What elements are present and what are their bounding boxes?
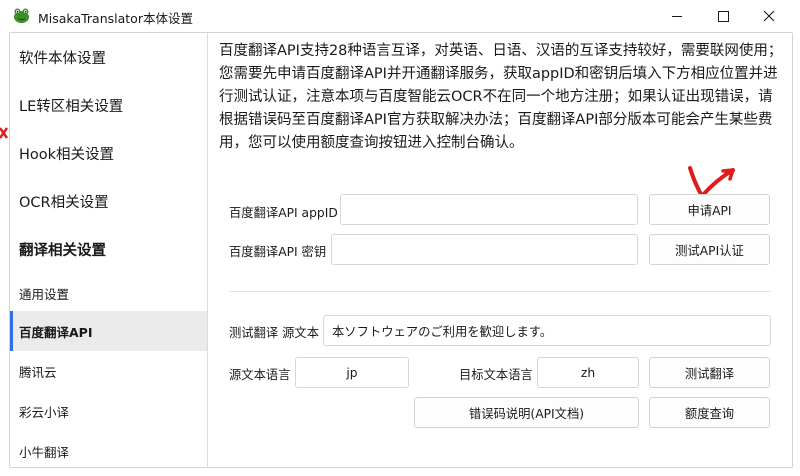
quota-query-button[interactable]: 额度查询 [649,397,770,428]
target-lang-input[interactable]: zh [537,357,639,388]
minimize-button[interactable] [654,0,700,32]
sidebar-item-label: 通用设置 [19,286,70,302]
sidebar-item-le-settings[interactable]: LE转区相关设置 [10,81,207,129]
test-source-input[interactable]: 本ソフトウェアのご利用を歓迎します。 [323,315,771,346]
target-lang-label: 目标文本语言 [459,368,533,382]
sidebar-item-baidu-api[interactable]: 百度翻译API [10,311,207,351]
sidebar-item-caiyun[interactable]: 彩云小译 [10,391,207,431]
appid-label: 百度翻译API appID [229,206,338,220]
red-x-fragment-icon [0,127,8,139]
secret-key-label: 百度翻译API 密钥 [229,245,327,259]
source-lang-label: 源文本语言 [229,368,291,382]
error-code-doc-button[interactable]: 错误码说明(API文档) [414,397,639,428]
sidebar-item-label: 小牛翻译 [19,444,70,460]
appid-input[interactable] [340,194,638,225]
sidebar-item-hook-settings[interactable]: Hook相关设置 [10,129,207,177]
close-button[interactable] [746,0,792,32]
sidebar-item-label: LE转区相关设置 [19,98,124,115]
sidebar-item-label: 腾讯云 [19,364,57,380]
sidebar-item-ocr-settings[interactable]: OCR相关设置 [10,177,207,225]
sidebar-item-label: 翻译相关设置 [19,242,106,259]
section-divider [229,291,771,292]
test-source-label: 测试翻译 源文本 [229,326,319,340]
sidebar-item-general[interactable]: 通用设置 [10,273,207,313]
baidu-api-description: 百度翻译API支持28种语言互译，对英语、日语、汉语的互译支持较好，需要联网使用… [219,43,783,151]
test-translate-button[interactable]: 测试翻译 [649,357,770,388]
sidebar-item-translation-settings[interactable]: 翻译相关设置 [10,225,207,273]
sidebar-item-label: 彩云小译 [19,404,70,420]
settings-sidebar: 软件本体设置 LE转区相关设置 Hook相关设置 OCR相关设置 翻译相关设置 … [10,33,208,467]
sidebar-item-tencent-cloud[interactable]: 腾讯云 [10,351,207,391]
apply-api-button[interactable]: 申请API [649,194,770,225]
sidebar-item-niutrans[interactable]: 小牛翻译 [10,431,207,467]
sidebar-item-software-settings[interactable]: 软件本体设置 [10,33,207,81]
maximize-button[interactable] [700,0,746,32]
secret-key-input[interactable] [331,234,638,265]
title-bar: MisakaTranslator本体设置 [0,0,800,32]
close-icon [763,10,775,22]
frog-icon [14,8,29,23]
source-lang-input[interactable]: jp [295,357,409,388]
sidebar-item-label: OCR相关设置 [19,194,109,211]
minimize-icon [672,15,682,17]
sidebar-item-label: Hook相关设置 [19,146,115,163]
maximize-icon [717,10,729,22]
test-api-auth-button[interactable]: 测试API认证 [649,234,770,265]
sidebar-item-label: 百度翻译API [19,324,93,340]
sidebar-item-label: 软件本体设置 [19,50,106,67]
window-title: MisakaTranslator本体设置 [38,11,193,26]
